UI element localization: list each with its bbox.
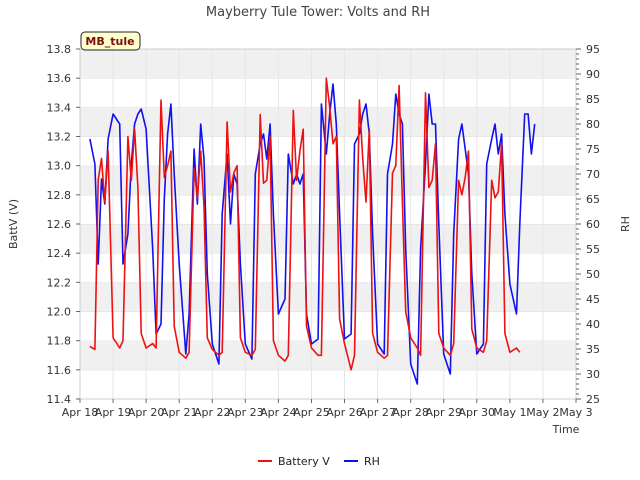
right-tick-label: 40	[586, 318, 600, 331]
right-tick-label: 80	[586, 118, 600, 131]
right-tick-label: 75	[586, 143, 600, 156]
x-tick-label: Apr 23	[227, 406, 264, 419]
x-axis-ticks: Apr 18Apr 19Apr 20Apr 21Apr 22Apr 23Apr …	[62, 399, 593, 419]
site-label-badge: MB_tule	[80, 31, 141, 51]
left-axis-label: BattV (V)	[7, 199, 20, 249]
right-tick-label: 55	[586, 243, 600, 256]
x-tick-label: May 2	[526, 406, 559, 419]
right-axis-ticks: 25 30 35 40 45 50 55 60 65 70 75 80 85 90 95	[576, 43, 600, 406]
left-tick-label: 13.2	[47, 131, 72, 144]
left-tick-label: 13.4	[47, 101, 72, 114]
left-tick-label: 12.8	[47, 189, 72, 202]
left-tick-label: 12.4	[47, 247, 72, 260]
left-tick-label: 13.0	[47, 160, 72, 173]
left-tick-label: 13.8	[47, 43, 72, 56]
band	[80, 369, 576, 399]
right-tick-label: 35	[586, 343, 600, 356]
legend-label-battery: Battery V	[278, 455, 330, 468]
chart-svg: 11.4 11.6 11.8 12.0 12.2 12.4 12.6 12.8 13.0 13.2…	[7, 5, 632, 468]
left-axis-ticks: 11.4 11.6 11.8 12.0 12.2 12.4 12.6 12.8 13.0 13.2…	[47, 43, 80, 406]
right-tick-label: 85	[586, 93, 600, 106]
left-tick-label: 13.6	[47, 72, 72, 85]
right-axis-label: RH	[619, 216, 632, 232]
left-tick-label: 12.2	[47, 276, 72, 289]
band	[80, 49, 576, 79]
x-tick-label: Apr 29	[425, 406, 462, 419]
right-tick-label: 45	[586, 293, 600, 306]
left-tick-label: 11.8	[47, 335, 72, 348]
x-axis-label: Time	[552, 423, 580, 436]
x-tick-label: Apr 20	[128, 406, 165, 419]
right-tick-label: 90	[586, 68, 600, 81]
x-tick-label: Apr 24	[260, 406, 297, 419]
x-tick-label: Apr 18	[62, 406, 99, 419]
right-tick-label: 70	[586, 168, 600, 181]
right-tick-label: 65	[586, 193, 600, 206]
x-tick-label: May 1	[493, 406, 526, 419]
band	[80, 224, 576, 254]
site-label: MB_tule	[85, 35, 134, 48]
x-tick-label: Apr 27	[359, 406, 396, 419]
x-tick-label: Apr 28	[392, 406, 429, 419]
legend: Battery V RH	[258, 455, 380, 468]
right-tick-label: 25	[586, 393, 600, 406]
chart-title: Mayberry Tule Tower: Volts and RH	[206, 5, 430, 20]
band	[80, 194, 576, 224]
x-tick-label: Apr 19	[95, 406, 132, 419]
x-tick-label: Apr 22	[194, 406, 231, 419]
x-tick-label: Apr 26	[326, 406, 363, 419]
right-tick-label: 30	[586, 368, 600, 381]
right-tick-label: 60	[586, 218, 600, 231]
x-tick-label: May 3	[559, 406, 592, 419]
right-tick-label: 50	[586, 268, 600, 281]
x-tick-label: Apr 30	[459, 406, 496, 419]
legend-label-rh: RH	[364, 455, 380, 468]
right-tick-label: 95	[586, 43, 600, 56]
band	[80, 311, 576, 341]
x-tick-label: Apr 21	[161, 406, 198, 419]
left-tick-label: 12.6	[47, 218, 72, 231]
left-tick-label: 11.4	[47, 393, 72, 406]
x-tick-label: Apr 25	[293, 406, 330, 419]
left-tick-label: 12.0	[47, 306, 72, 319]
left-tick-label: 11.6	[47, 364, 72, 377]
